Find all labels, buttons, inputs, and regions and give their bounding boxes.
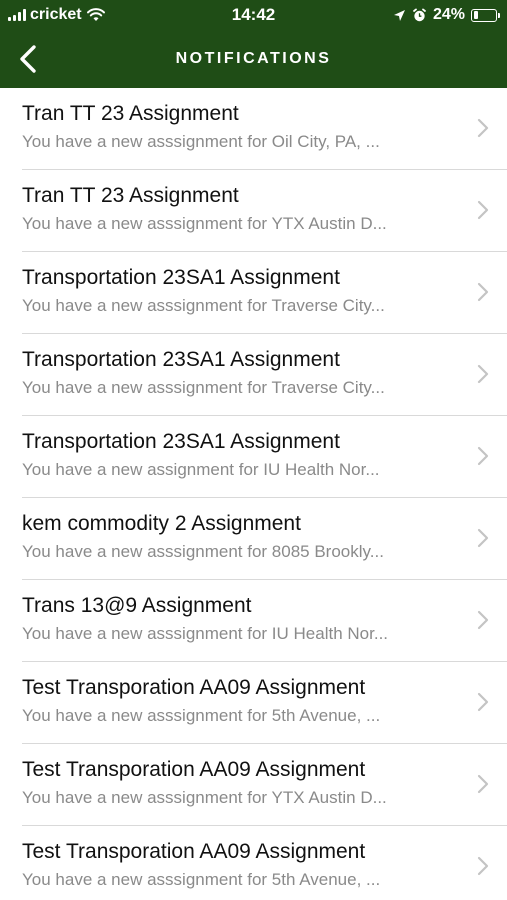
notification-item[interactable]: Tran TT 23 Assignment You have a new asss… (0, 88, 507, 170)
notification-subtitle: You have a new asssignment for YTX Austi… (22, 788, 387, 807)
notification-subtitle: You have a new assignment for IU Health … (22, 460, 380, 479)
notification-subtitle: You have a new asssignment for Traverse … (22, 378, 385, 397)
notification-item[interactable]: kem commodity 2 Assignment You have a new… (0, 498, 507, 580)
notification-item[interactable]: Test Transporation AA09 Assignment You ha… (0, 744, 507, 826)
notification-title: kem commodity 2 Assignment (22, 512, 301, 535)
notification-title: Tran TT 23 Assignment (22, 102, 239, 125)
notification-subtitle: You have a new asssignment for 8085 Broo… (22, 542, 384, 561)
notification-title: Test Transporation AA09 Assignment (22, 676, 366, 699)
notification-subtitle: You have a new asssignment for IU Health… (22, 624, 389, 643)
notification-item[interactable]: Trans 13@9 Assignment You have a new asss… (0, 580, 507, 662)
notification-title: Test Transporation AA09 Assignment (22, 758, 366, 781)
notification-item[interactable]: Transportation 23SA1 Assignment You have … (0, 334, 507, 416)
notification-title: Trans 13@9 Assignment (22, 594, 252, 617)
battery-icon (471, 8, 500, 22)
notification-subtitle: You have a new asssignment for 5th Avenu… (22, 870, 381, 889)
notification-subtitle: You have a new asssignment for Oil City,… (22, 132, 380, 151)
signal-bars-icon (8, 9, 26, 21)
chevron-right-icon (477, 774, 489, 794)
wifi-icon (86, 8, 105, 21)
chevron-right-icon (477, 446, 489, 466)
chevron-right-icon (477, 528, 489, 548)
notification-subtitle: You have a new asssignment for Traverse … (22, 296, 385, 315)
status-left: cricket (8, 6, 106, 24)
clock-time: 14:42 (231, 5, 276, 24)
notification-item[interactable]: Test Transporation AA09 Assignment You ha… (0, 662, 507, 744)
notification-list: Tran TT 23 Assignment You have a new asss… (0, 88, 507, 900)
navigation-bar: NOTIFICATIONS (0, 30, 507, 88)
location-arrow-icon (393, 9, 405, 21)
notification-subtitle: You have a new asssignment for YTX Austi… (22, 214, 387, 233)
chevron-right-icon (477, 118, 489, 138)
page-title: NOTIFICATIONS (175, 50, 332, 67)
notification-title: Transportation 23SA1 Assignment (22, 430, 340, 453)
status-bar: cricket 14:42 24% (0, 0, 507, 30)
alarm-icon (413, 8, 426, 21)
chevron-right-icon (477, 200, 489, 220)
status-right: 24% (393, 6, 500, 24)
chevron-right-icon (477, 692, 489, 712)
chevron-left-icon (20, 45, 36, 73)
chevron-right-icon (477, 856, 489, 876)
battery-percent: 24% (432, 6, 465, 23)
app-header: cricket 14:42 24% NOTIFICATIONS (0, 0, 507, 88)
notification-title: Transportation 23SA1 Assignment (22, 348, 340, 371)
chevron-right-icon (477, 364, 489, 384)
notification-subtitle: You have a new asssignment for 5th Avenu… (22, 706, 381, 725)
notification-item[interactable]: Transportation 23SA1 Assignment You have … (0, 252, 507, 334)
chevron-right-icon (477, 610, 489, 630)
notification-title: Tran TT 23 Assignment (22, 184, 239, 207)
carrier-label: cricket (30, 6, 82, 23)
chevron-right-icon (477, 282, 489, 302)
back-button[interactable] (8, 39, 48, 79)
battery-fill (473, 11, 479, 19)
notification-title: Transportation 23SA1 Assignment (22, 266, 340, 289)
notification-item[interactable]: Tran TT 23 Assignment You have a new asss… (0, 170, 507, 252)
notification-title: Test Transporation AA09 Assignment (22, 840, 366, 863)
notification-item[interactable]: Test Transporation AA09 Assignment You ha… (0, 826, 507, 900)
notification-item[interactable]: Transportation 23SA1 Assignment You have … (0, 416, 507, 498)
